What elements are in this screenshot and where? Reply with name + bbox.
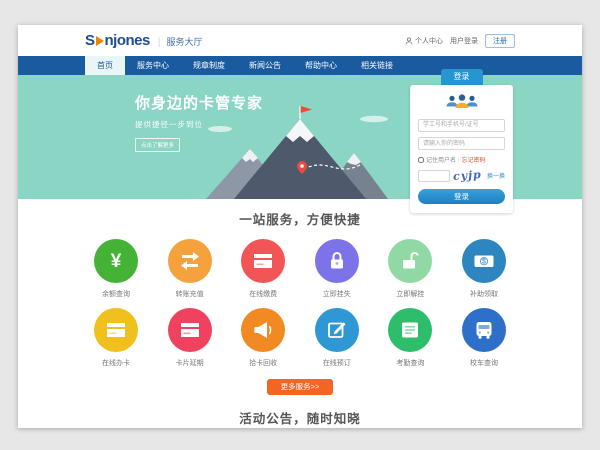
- logo-text-rest: njones: [105, 32, 150, 49]
- service-unfreeze[interactable]: 立即解挂: [379, 239, 441, 299]
- logo-suffix: 服务大厅: [166, 35, 202, 48]
- nav-item-rules[interactable]: 规章制度: [181, 56, 237, 75]
- remember-checkbox[interactable]: [418, 157, 424, 163]
- remember-label: 记住用户名: [426, 155, 456, 164]
- nav-item-help[interactable]: 帮助中心: [293, 56, 349, 75]
- nav-item-service-center[interactable]: 服务中心: [125, 56, 181, 75]
- options-separator: |: [458, 157, 460, 163]
- service-subsidy[interactable]: $ 补助领取: [453, 239, 515, 299]
- hero-cta-button[interactable]: 点击了解更多: [135, 138, 180, 152]
- announcements-section: 活动公告，随时知晓 使用指南 最新公告 更多>> 使用指南 更多>>: [18, 408, 582, 428]
- bank-card-icon: [241, 239, 285, 283]
- more-services-button[interactable]: 更多服务>>: [267, 379, 333, 395]
- service-card-recycle[interactable]: 拾卡回收: [232, 308, 294, 368]
- nav-item-home[interactable]: 首页: [85, 56, 125, 75]
- service-online-payment[interactable]: 在线缴费: [232, 239, 294, 299]
- person-icon: [405, 37, 413, 45]
- flag-pole: [299, 106, 300, 119]
- service-online-booking[interactable]: 在线预订: [306, 308, 368, 368]
- unlock-icon: [388, 239, 432, 283]
- flag-icon: [301, 106, 312, 113]
- user-login-label: 用户登录: [450, 36, 478, 46]
- forgot-password-link[interactable]: 忘记密码: [462, 155, 486, 164]
- lock-icon: [315, 239, 359, 283]
- nav-item-news[interactable]: 新闻公告: [237, 56, 293, 75]
- captcha-refresh-link[interactable]: 换一换: [487, 171, 505, 180]
- services-section: 一站服务，方便快捷 ¥ 余额查询 转账充值: [18, 199, 582, 395]
- service-card-extension[interactable]: 卡片延期: [159, 308, 221, 368]
- captcha-image: cyjp: [453, 168, 483, 183]
- announcements-title: 活动公告，随时知晓: [18, 408, 582, 427]
- hero-subtitle: 提供捷径一步到位: [135, 119, 263, 130]
- bus-icon: [462, 308, 506, 352]
- hero-banner: 你身边的卡管专家 提供捷径一步到位 点击了解更多 登录: [18, 75, 582, 199]
- users-group-icon: [444, 92, 480, 111]
- yuan-icon: ¥: [94, 239, 138, 283]
- synjones-logo[interactable]: S njones | 服务大厅: [85, 32, 202, 49]
- user-login-link[interactable]: 用户登录: [450, 36, 478, 46]
- sun-arrow-icon: [96, 36, 104, 46]
- transfer-arrows-icon: [168, 239, 212, 283]
- service-balance-inquiry[interactable]: ¥ 余额查询: [85, 239, 147, 299]
- edit-icon: [315, 308, 359, 352]
- service-transfer-recharge[interactable]: 转账充值: [159, 239, 221, 299]
- svg-text:$: $: [482, 259, 486, 266]
- captcha-input[interactable]: [418, 170, 450, 182]
- service-apply-card[interactable]: 在线办卡: [85, 308, 147, 368]
- logo-text-s: S: [85, 32, 95, 49]
- logo-divider: |: [158, 37, 161, 48]
- register-button[interactable]: 注册: [485, 34, 515, 48]
- login-panel: 登录 记住用户名 | 忘记密码: [410, 69, 513, 213]
- service-report-loss[interactable]: 立即挂失: [306, 239, 368, 299]
- megaphone-icon: [241, 308, 285, 352]
- hero-title: 你身边的卡管专家: [135, 92, 263, 113]
- service-school-bus[interactable]: 校车查询: [453, 308, 515, 368]
- login-tab[interactable]: 登录: [441, 69, 483, 85]
- attendance-list-icon: [388, 308, 432, 352]
- username-input[interactable]: [418, 119, 505, 132]
- banknote-icon: $: [462, 239, 506, 283]
- service-attendance[interactable]: 考勤查询: [379, 308, 441, 368]
- password-input[interactable]: [418, 137, 505, 150]
- card-icon: [94, 308, 138, 352]
- personal-center-link[interactable]: 个人中心: [405, 36, 443, 46]
- nav-item-links[interactable]: 相关链接: [349, 56, 405, 75]
- portal-page: S njones | 服务大厅 个人中心 用户登录 注册: [18, 25, 582, 428]
- login-submit-button[interactable]: 登录: [418, 189, 505, 204]
- card-icon: [168, 308, 212, 352]
- personal-center-label: 个人中心: [415, 36, 443, 46]
- site-header: S njones | 服务大厅 个人中心 用户登录 注册: [18, 25, 582, 56]
